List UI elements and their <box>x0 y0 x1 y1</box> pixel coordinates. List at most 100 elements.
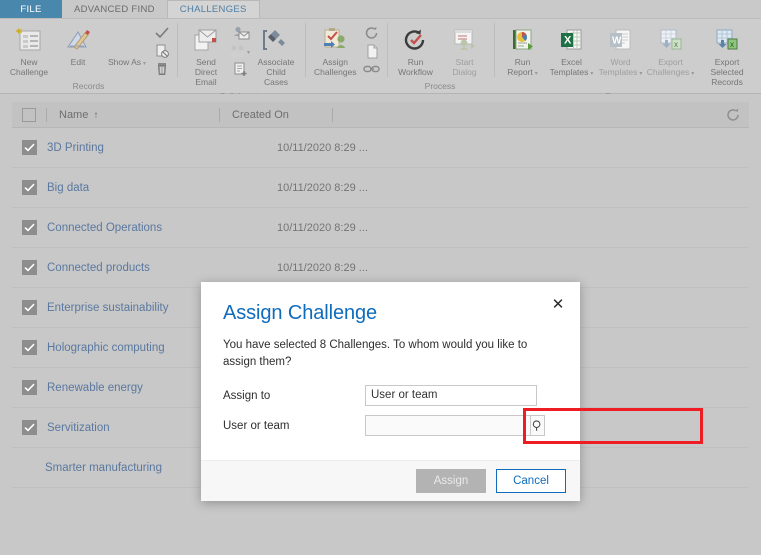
cancel-button[interactable]: Cancel <box>496 469 566 493</box>
check-icon <box>24 183 35 192</box>
column-header-extra[interactable] <box>332 107 355 122</box>
word-templates-label: Word Templates <box>598 57 638 77</box>
run-report-icon <box>508 25 538 55</box>
send-direct-email-button[interactable]: Send Direct Email <box>183 23 229 89</box>
deactivate-icon[interactable] <box>153 43 171 59</box>
check-icon <box>24 303 35 312</box>
word-templates-button[interactable]: W Word Templates ▾ <box>598 23 644 81</box>
table-row[interactable]: Big data 10/11/2020 8:29 ... <box>12 168 749 208</box>
check-icon <box>24 223 35 232</box>
send-direct-email-label: Send Direct Email <box>194 57 218 87</box>
new-challenge-button[interactable]: New Challenge <box>6 23 52 79</box>
export-selected-records-button[interactable]: x Export Selected Records <box>698 23 757 89</box>
excel-templates-label: Excel Templates <box>549 57 589 77</box>
ribbon-tab-strip: FILE ADVANCED FIND CHALLENGES <box>0 0 761 19</box>
row-created-on: 10/11/2020 8:29 ... <box>277 141 368 154</box>
new-challenge-label: New Challenge <box>9 57 49 77</box>
select-all-checkbox[interactable] <box>22 107 36 122</box>
assign-to-select[interactable]: User or team <box>365 385 537 406</box>
row-checkbox[interactable] <box>22 260 37 275</box>
records-small-commands <box>153 23 171 77</box>
tab-advanced-find[interactable]: ADVANCED FIND <box>62 0 167 18</box>
export-challenges-label: Export Challenges <box>646 57 690 77</box>
assign-challenges-icon <box>320 25 350 55</box>
table-row[interactable]: Connected Operations 10/11/2020 8:29 ... <box>12 208 749 248</box>
sort-ascending-icon: ↑ <box>93 109 99 121</box>
user-or-team-input[interactable] <box>365 415 530 436</box>
assign-button[interactable]: Assign <box>416 469 486 493</box>
column-header-created-on[interactable]: Created On <box>219 107 332 122</box>
field-assign-to: Assign to User or team <box>223 385 558 406</box>
run-report-button[interactable]: Run Report ▾ <box>500 23 546 81</box>
svg-text:▾: ▾ <box>247 50 250 56</box>
export-challenges-icon: x <box>656 25 686 55</box>
tab-file[interactable]: FILE <box>0 0 62 18</box>
run-report-small-icon[interactable] <box>363 43 381 59</box>
row-name-link[interactable]: Connected products <box>47 262 277 274</box>
row-created-on: 10/11/2020 8:29 ... <box>277 221 368 234</box>
ribbon-group-assign: Assign Challenges <box>305 19 387 93</box>
check-icon <box>24 343 35 352</box>
edit-pencil-ruler-icon <box>64 25 92 55</box>
row-created-on: 10/11/2020 8:29 ... <box>277 181 368 194</box>
associate-child-cases-button[interactable]: Associate Child Cases <box>253 23 299 89</box>
link-icon[interactable] <box>362 61 381 77</box>
connect-icon[interactable]: ▾ <box>231 43 250 59</box>
send-direct-email-icon <box>191 25 221 55</box>
row-checkbox[interactable] <box>22 461 35 474</box>
run-report-label: Run Report <box>507 57 533 77</box>
edit-button[interactable]: Edit <box>55 23 101 69</box>
tab-advanced-find-label: ADVANCED FIND <box>74 3 155 15</box>
assign-small-commands <box>362 23 381 77</box>
email-a-link-icon[interactable] <box>232 25 250 41</box>
chevron-down-icon: ▾ <box>143 61 147 67</box>
field-user-or-team: User or team <box>223 408 703 444</box>
table-row[interactable]: 3D Printing 10/11/2020 8:29 ... <box>12 128 749 168</box>
row-name-link[interactable]: Connected Operations <box>47 222 277 234</box>
export-selected-records-label: Export Selected Records <box>710 57 744 87</box>
activate-icon[interactable] <box>153 25 171 41</box>
chevron-down-icon: ▾ <box>534 71 538 77</box>
associate-child-cases-label: Associate Child Cases <box>257 57 295 87</box>
ribbon-group-collaborate: Send Direct Email ▾ Associate Child Case… <box>177 19 305 101</box>
row-checkbox[interactable] <box>22 420 37 435</box>
row-checkbox[interactable] <box>22 140 37 155</box>
assign-challenges-button[interactable]: Assign Challenges <box>311 23 360 79</box>
grid-refresh-button[interactable] <box>723 105 743 125</box>
new-record-icon <box>15 25 43 55</box>
column-header-name[interactable]: Name ↑ <box>46 107 219 122</box>
group-label-assign <box>311 89 381 91</box>
row-checkbox[interactable] <box>22 180 37 195</box>
svg-text:x: x <box>674 40 678 49</box>
delete-icon[interactable] <box>153 61 171 77</box>
export-challenges-button[interactable]: x Export Challenges ▾ <box>647 23 695 81</box>
refresh-icon[interactable] <box>363 25 381 41</box>
ribbon-group-records: New Challenge Edit Show As ▾ Records <box>0 19 177 93</box>
check-icon <box>24 423 35 432</box>
excel-templates-button[interactable]: X Excel Templates ▾ <box>549 23 595 81</box>
row-name-link[interactable]: 3D Printing <box>47 142 277 154</box>
row-name-link[interactable]: Big data <box>47 182 277 194</box>
close-icon[interactable]: ✕ <box>548 294 568 314</box>
user-or-team-lookup <box>365 415 545 436</box>
tab-challenges[interactable]: CHALLENGES <box>166 0 260 18</box>
row-checkbox[interactable] <box>22 380 37 395</box>
row-checkbox[interactable] <box>22 340 37 355</box>
refresh-icon <box>727 108 739 121</box>
start-dialog-icon <box>450 25 480 55</box>
export-selected-records-icon: x <box>712 25 742 55</box>
user-or-team-lookup-button[interactable] <box>530 415 545 436</box>
column-header-created-on-label: Created On <box>232 108 289 121</box>
start-dialog-button[interactable]: Start Dialog <box>442 23 488 79</box>
svg-text:W: W <box>612 36 622 47</box>
row-checkbox[interactable] <box>22 300 37 315</box>
show-as-button[interactable]: Show As ▾ <box>104 23 150 71</box>
row-checkbox[interactable] <box>22 220 37 235</box>
add-to-queue-icon[interactable] <box>232 61 250 77</box>
run-workflow-label: Run Workflow <box>398 57 433 77</box>
assign-challenges-label: Assign Challenges <box>314 57 357 77</box>
search-icon <box>532 420 541 431</box>
dialog-description: You have selected 8 Challenges. To whom … <box>223 339 528 368</box>
run-workflow-button[interactable]: Run Workflow <box>393 23 439 79</box>
check-icon <box>24 263 35 272</box>
